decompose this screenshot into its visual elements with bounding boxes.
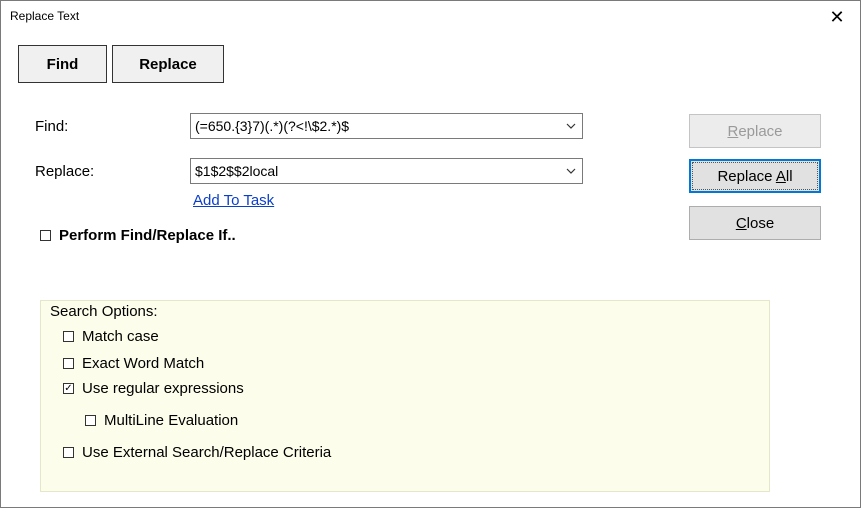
match-case-checkbox[interactable]: Match case [63,328,159,345]
window-title: Replace Text [10,9,80,23]
replace-all-button[interactable]: Replace All [689,159,821,193]
replace-button-label: Replace [727,122,783,140]
checkbox-icon[interactable] [63,331,74,342]
find-combobox[interactable]: (=650.{3}7)(.*)(?<!\$2.*)$ [190,113,583,139]
tab-find[interactable]: Find [18,45,107,83]
multiline-label: MultiLine Evaluation [104,412,239,429]
replace-value[interactable]: $1$2$$2local [191,163,560,179]
checkbox-icon[interactable] [63,447,74,458]
close-button-label: Close [735,214,775,232]
checkbox-icon[interactable] [63,358,74,369]
perform-if-checkbox[interactable]: Perform Find/Replace If.. [40,227,236,244]
checkmark-icon[interactable]: ✓ [63,383,74,394]
external-criteria-label: Use External Search/Replace Criteria [82,444,332,461]
close-button[interactable]: Close [689,206,821,240]
regex-label: Use regular expressions [82,380,244,397]
external-criteria-checkbox[interactable]: Use External Search/Replace Criteria [63,444,331,461]
add-to-task-link[interactable]: Add To Task [193,192,274,209]
focus-rectangle [692,162,818,190]
chevron-down-icon[interactable] [560,159,582,183]
title-bar: Replace Text ✕ [1,1,860,33]
match-case-label: Match case [82,328,159,345]
tab-replace[interactable]: Replace [112,45,224,83]
find-label: Find: [35,118,69,135]
replace-button[interactable]: Replace [689,114,821,148]
chevron-down-icon[interactable] [560,114,582,138]
replace-text-dialog: Replace Text ✕ Find Replace Find: (=650.… [0,0,861,508]
find-value[interactable]: (=650.{3}7)(.*)(?<!\$2.*)$ [191,118,560,134]
regex-checkbox[interactable]: ✓ Use regular expressions [63,380,244,397]
checkbox-icon[interactable] [85,415,96,426]
replace-label: Replace: [35,163,95,180]
exact-word-label: Exact Word Match [82,355,205,372]
replace-combobox[interactable]: $1$2$$2local [190,158,583,184]
search-options-title: Search Options: [50,303,158,320]
search-options-group: Search Options: Match case Exact Word Ma… [40,300,770,492]
exact-word-checkbox[interactable]: Exact Word Match [63,355,204,372]
close-window-icon[interactable]: ✕ [814,1,860,33]
checkbox-icon[interactable] [40,230,51,241]
perform-if-label: Perform Find/Replace If.. [59,227,236,244]
multiline-checkbox[interactable]: MultiLine Evaluation [85,412,238,429]
